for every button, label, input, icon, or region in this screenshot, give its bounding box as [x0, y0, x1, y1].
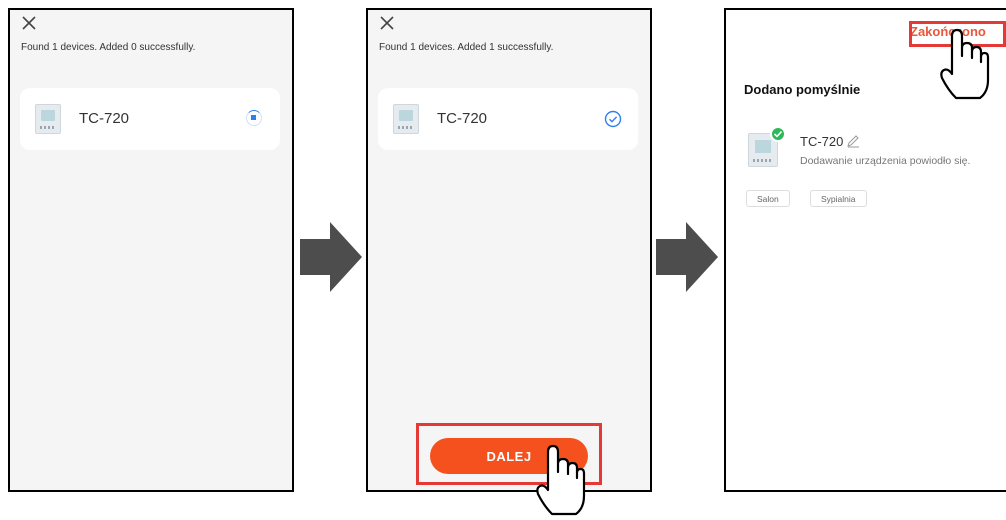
pointing-hand-icon — [940, 28, 990, 100]
device-card[interactable]: TC-720 — [378, 88, 638, 150]
device-card[interactable]: TC-720 — [20, 88, 280, 150]
close-icon[interactable] — [20, 14, 38, 32]
screen-added: Found 1 devices. Added 1 successfully. T… — [366, 8, 652, 492]
device-name: TC-720 — [437, 110, 488, 127]
close-icon[interactable] — [378, 14, 396, 32]
room-chip-sypialnia[interactable]: Sypialnia — [810, 190, 867, 207]
found-devices-text: Found 1 devices. Added 1 successfully. — [379, 42, 554, 53]
thermostat-thumbnail — [393, 104, 419, 134]
loading-spinner-icon — [246, 110, 262, 126]
pointing-hand-icon — [536, 444, 586, 516]
check-circle-icon — [604, 110, 622, 128]
found-devices-text: Found 1 devices. Added 0 successfully. — [21, 42, 196, 53]
thermostat-thumbnail — [35, 104, 61, 134]
device-name: TC-720 — [79, 110, 130, 127]
page-title: Dodano pomyślnie — [744, 82, 861, 97]
device-name: TC-720 — [800, 134, 844, 149]
room-chip-salon[interactable]: Salon — [746, 190, 790, 207]
screen-searching: Found 1 devices. Added 0 successfully. T… — [8, 8, 294, 492]
success-subtitle: Dodawanie urządzenia powiodło się. — [800, 155, 971, 167]
edit-pencil-icon[interactable] — [846, 134, 860, 148]
success-check-icon — [770, 126, 786, 142]
arrow-right-icon — [656, 222, 718, 292]
arrow-right-icon — [300, 222, 362, 292]
